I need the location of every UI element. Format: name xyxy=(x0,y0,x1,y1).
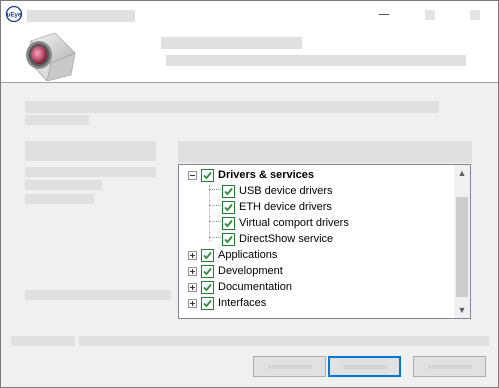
scroll-up-icon[interactable]: ▲ xyxy=(454,165,470,181)
cancel-button[interactable] xyxy=(413,356,486,377)
tree-item-label: ETH device drivers xyxy=(239,201,332,213)
description-line xyxy=(25,194,94,204)
description-line xyxy=(25,167,156,177)
checkbox[interactable] xyxy=(201,280,214,294)
tree-item-directshow-service[interactable]: DirectShow service xyxy=(222,231,333,247)
back-button[interactable] xyxy=(253,356,326,377)
feature-tree-items: Drivers & services USB device drivers ET… xyxy=(179,165,454,318)
header-banner xyxy=(1,31,498,83)
tree-item-interfaces[interactable]: Interfaces xyxy=(188,295,266,311)
vertical-scrollbar[interactable]: ▲ ▼ xyxy=(454,165,470,318)
maximize-button[interactable] xyxy=(425,10,435,20)
tree-connector xyxy=(209,185,210,241)
checkbox[interactable] xyxy=(222,200,235,214)
next-button[interactable] xyxy=(328,356,401,377)
disk-space-text xyxy=(25,290,171,300)
tree-item-label: Virtual comport drivers xyxy=(239,217,349,229)
checkbox[interactable] xyxy=(201,264,214,278)
expand-icon[interactable] xyxy=(188,282,197,292)
expand-icon[interactable] xyxy=(188,298,197,308)
tree-connector xyxy=(209,205,221,206)
description-line xyxy=(25,180,102,190)
tree-item-label: DirectShow service xyxy=(239,233,334,245)
tree-item-label: Interfaces xyxy=(218,297,267,309)
scroll-down-icon[interactable]: ▼ xyxy=(454,302,470,318)
tree-item-drivers-services[interactable]: Drivers & services xyxy=(188,167,314,183)
window-title xyxy=(27,10,135,22)
svg-text:uEye: uEye xyxy=(7,13,22,19)
feature-tree-header xyxy=(178,141,472,163)
header-subtitle xyxy=(166,55,466,66)
header-title xyxy=(161,37,302,49)
scrollbar-thumb[interactable] xyxy=(456,197,468,297)
minimize-button[interactable] xyxy=(379,10,389,20)
feature-tree[interactable]: Drivers & services USB device drivers ET… xyxy=(178,164,471,319)
instruction-text-line2 xyxy=(25,115,89,125)
tree-item-eth-device-drivers[interactable]: ETH device drivers xyxy=(222,199,332,215)
tree-item-label: Applications xyxy=(218,249,278,261)
description-heading xyxy=(25,141,156,161)
ueye-app-icon: uEye xyxy=(5,5,23,23)
checkbox[interactable] xyxy=(222,232,235,246)
tree-item-label: USB device drivers xyxy=(239,185,333,197)
title-bar[interactable]: uEye xyxy=(1,1,498,31)
checkbox[interactable] xyxy=(222,184,235,198)
tree-connector xyxy=(209,189,221,190)
footer-divider xyxy=(79,336,489,346)
tree-item-development[interactable]: Development xyxy=(188,263,283,279)
collapse-icon[interactable] xyxy=(188,170,197,180)
tree-item-virtual-comport-drivers[interactable]: Virtual comport drivers xyxy=(222,215,349,231)
checkbox[interactable] xyxy=(222,216,235,230)
checkbox[interactable] xyxy=(201,168,214,182)
tree-item-label: Drivers & services xyxy=(218,169,315,181)
checkbox[interactable] xyxy=(201,248,214,262)
instruction-text xyxy=(25,101,439,113)
tree-item-label: Documentation xyxy=(218,281,292,293)
expand-icon[interactable] xyxy=(188,266,197,276)
tree-item-documentation[interactable]: Documentation xyxy=(188,279,292,295)
footer-brand xyxy=(11,336,75,346)
installer-window: uEye Drivers & services USB device drive… xyxy=(0,0,499,388)
close-button[interactable] xyxy=(470,10,480,20)
camera-logo xyxy=(17,31,81,82)
tree-connector xyxy=(209,237,221,238)
checkbox[interactable] xyxy=(201,296,214,310)
tree-item-usb-device-drivers[interactable]: USB device drivers xyxy=(222,183,333,199)
tree-connector xyxy=(209,221,221,222)
tree-item-label: Development xyxy=(218,265,283,277)
expand-icon[interactable] xyxy=(188,250,197,260)
tree-item-applications[interactable]: Applications xyxy=(188,247,277,263)
